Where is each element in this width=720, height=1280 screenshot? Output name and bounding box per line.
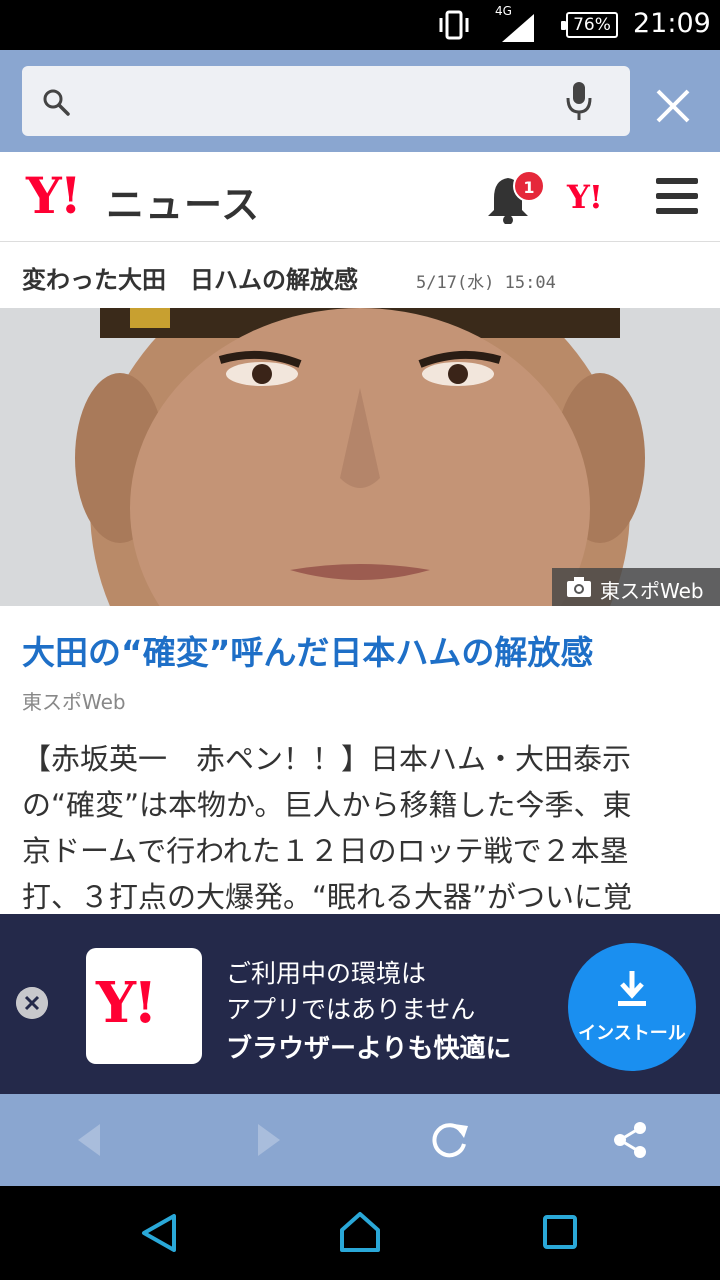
yahoo-top-link[interactable]: Y! — [567, 178, 603, 216]
topic-title[interactable]: 変わった大田 日ハムの解放感 — [22, 260, 358, 295]
mic-icon[interactable] — [564, 80, 594, 122]
vibrate-icon — [439, 10, 469, 40]
close-icon[interactable] — [650, 83, 696, 129]
back-arrow-icon[interactable] — [74, 1122, 104, 1158]
status-bar: 4G 76% 21:09 — [0, 0, 720, 50]
photo-credit[interactable]: 東スポWeb — [552, 568, 720, 606]
article-body-line: の“確変”は本物か。巨人から移籍した今季、東 — [22, 788, 632, 822]
app-icon: Y! — [86, 948, 202, 1064]
site-title[interactable]: ニュース — [106, 174, 260, 229]
camera-icon — [567, 577, 591, 597]
app-install-banner: Y! ご利用中の環境は アプリではありません ブラウザーよりも快適に インストー… — [0, 914, 720, 1094]
browser-toolbar — [0, 1094, 720, 1186]
article-body: 【赤坂英一 赤ペン！！】日本ハム・大田泰示 の“確変”は本物か。巨人から移籍した… — [22, 736, 702, 920]
article-headline: 大田の“確変”呼んだ日本ハムの解放感 — [22, 633, 594, 672]
search-input[interactable] — [22, 66, 630, 136]
install-label: インストール — [578, 1023, 686, 1044]
banner-text-line: アプリではありません — [226, 995, 476, 1024]
nav-recent-apps-icon[interactable] — [542, 1214, 578, 1250]
photo-credit-label: 東スポWeb — [600, 579, 704, 603]
clock: 21:09 — [633, 8, 711, 39]
install-button[interactable]: インストール — [568, 943, 696, 1071]
battery-level: 76% — [573, 15, 611, 35]
site-header: Y! ニュース 1 Y! — [0, 152, 720, 242]
topic-datetime: 5/17(水) 15:04 — [416, 273, 556, 293]
nav-home-icon[interactable] — [338, 1210, 382, 1254]
yahoo-logo[interactable]: Y! — [26, 166, 82, 225]
topic-strip: 変わった大田 日ハムの解放感 5/17(水) 15:04 — [0, 242, 720, 308]
share-icon[interactable] — [610, 1120, 650, 1160]
article-body-line: 京ドームで行われた１２日のロッテ戦で２本塁 — [22, 834, 629, 868]
article-body-line: 【赤坂英一 赤ペン！！】日本ハム・大田泰示 — [22, 742, 632, 776]
nav-back-icon[interactable] — [140, 1212, 180, 1254]
search-bar — [0, 50, 720, 152]
notification-badge: 1 — [513, 170, 545, 202]
banner-text-line: ご利用中の環境は — [226, 959, 427, 988]
menu-icon[interactable] — [656, 178, 698, 216]
player-portrait — [0, 308, 720, 606]
system-nav-bar — [0, 1186, 720, 1280]
battery-icon: 76% — [561, 12, 618, 38]
reload-icon[interactable] — [430, 1120, 470, 1160]
article-photo[interactable]: 東スポWeb — [0, 308, 720, 606]
banner-text-line: ブラウザーよりも快適に — [226, 1034, 512, 1064]
banner-close-icon[interactable] — [16, 987, 48, 1019]
article-source[interactable]: 東スポWeb — [22, 686, 126, 715]
search-icon — [43, 89, 70, 116]
app-icon-logo: Y! — [96, 970, 158, 1036]
download-icon — [618, 971, 646, 1006]
forward-arrow-icon[interactable] — [254, 1122, 284, 1158]
signal-icon — [502, 14, 534, 42]
